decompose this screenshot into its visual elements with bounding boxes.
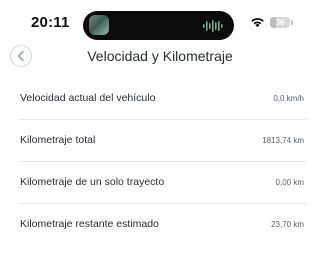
row-value: 0,0 km/h xyxy=(273,94,304,103)
list-item-trip-mileage: Kilometraje de un solo trayecto 0,00 km xyxy=(20,162,306,204)
now-playing-artwork xyxy=(89,15,109,35)
list-item-remaining-range: Kilometraje restante estimado 23,70 km xyxy=(20,204,306,245)
row-label: Kilometraje restante estimado xyxy=(20,218,159,230)
wifi-icon xyxy=(251,18,264,28)
battery-icon: 36 xyxy=(270,17,290,28)
mileage-info-list: Velocidad actual del vehículo 0,0 km/h K… xyxy=(0,78,320,245)
status-time: 20:11 xyxy=(31,14,70,31)
list-item-current-speed: Velocidad actual del vehículo 0,0 km/h xyxy=(20,78,306,120)
row-label: Velocidad actual del vehículo xyxy=(20,92,156,104)
row-label: Kilometraje de un solo trayecto xyxy=(20,176,165,188)
page-title: Velocidad y Kilometraje xyxy=(87,48,233,64)
audio-waveform-icon xyxy=(203,20,223,32)
row-value: 0,00 km xyxy=(275,178,304,187)
list-item-total-mileage: Kilometraje total 1813,74 km xyxy=(20,120,306,162)
status-bar: 20:11 36 xyxy=(0,0,320,46)
row-value: 1813,74 km xyxy=(262,136,304,145)
dynamic-island[interactable] xyxy=(83,11,234,40)
battery-cap xyxy=(291,20,293,25)
row-label: Kilometraje total xyxy=(20,134,96,146)
battery-level: 36 xyxy=(275,18,285,27)
row-value: 23,70 km xyxy=(271,220,304,229)
vehicle-speed-mileage-screen: 20:11 36 Velocidad y Kilometraje Velocid… xyxy=(0,0,320,258)
